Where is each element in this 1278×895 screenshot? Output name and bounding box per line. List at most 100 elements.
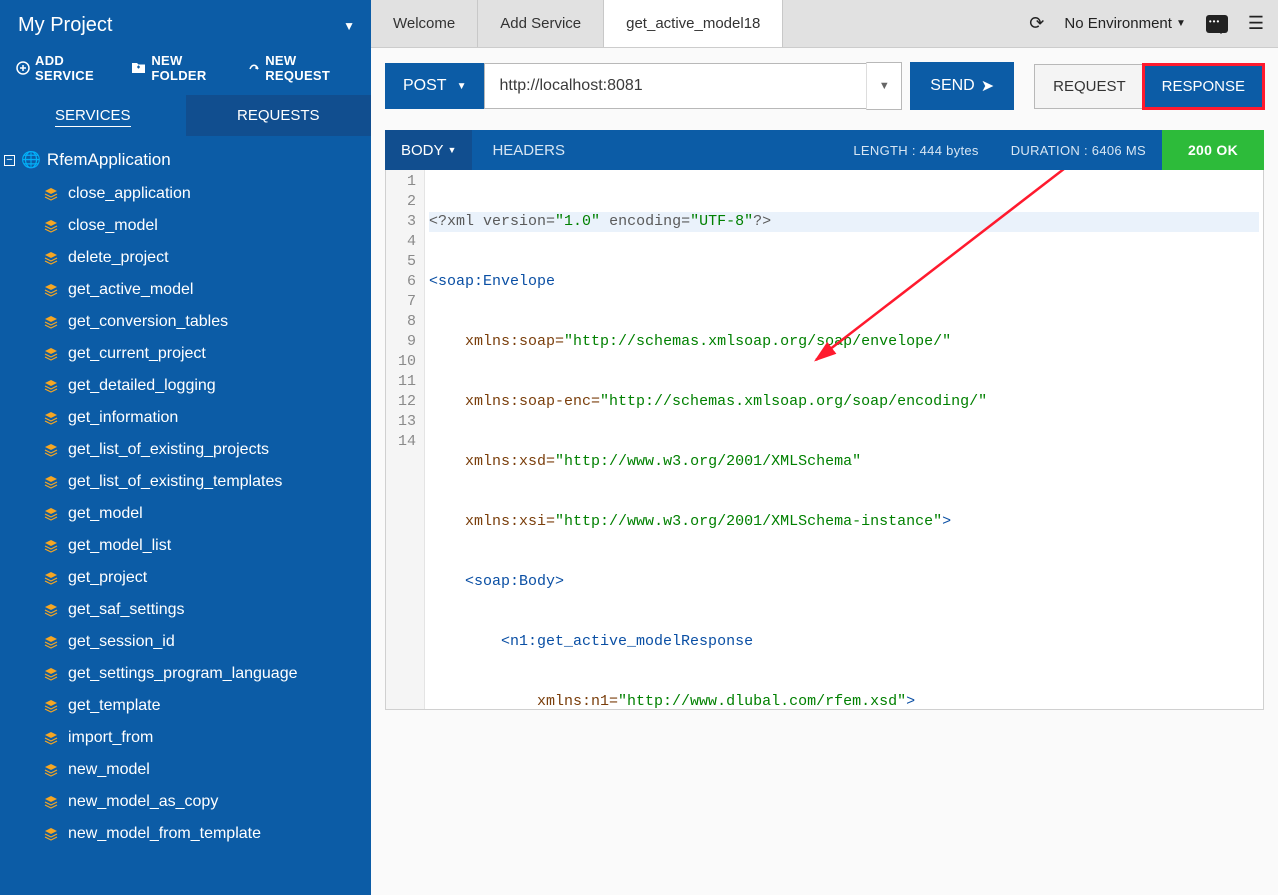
tab-active-request[interactable]: get_active_model18 xyxy=(604,0,783,47)
sidebar-item-label: delete_project xyxy=(68,249,169,267)
sidebar-item-get-active-model[interactable]: get_active_model xyxy=(36,274,371,306)
line-gutter: 1234567891011121314 xyxy=(386,170,425,709)
sidebar-item-import-from[interactable]: import_from xyxy=(36,722,371,754)
sidebar-item-label: get_list_of_existing_templates xyxy=(68,473,282,491)
layers-icon xyxy=(44,603,58,617)
sidebar-item-label: get_model_list xyxy=(68,537,171,555)
sidebar-item-get-settings-program-language[interactable]: get_settings_program_language xyxy=(36,658,371,690)
new-request-icon xyxy=(246,61,260,75)
environment-dropdown[interactable]: No Environment ▼ xyxy=(1064,15,1185,32)
code-content[interactable]: <?xml version="1.0" encoding="UTF-8"?> <… xyxy=(425,170,1263,709)
layers-icon xyxy=(44,827,58,841)
project-menu-caret[interactable]: ▼ xyxy=(343,19,355,33)
layers-icon xyxy=(44,571,58,585)
send-button[interactable]: SEND ➤ xyxy=(910,62,1014,110)
length-label: LENGTH : 444 bytes xyxy=(837,143,994,158)
layers-icon xyxy=(44,283,58,297)
sidebar-item-new-model-as-copy[interactable]: new_model_as_copy xyxy=(36,786,371,818)
sidebar-item-get-list-of-existing-projects[interactable]: get_list_of_existing_projects xyxy=(36,434,371,466)
sidebar-item-label: new_model_from_template xyxy=(68,825,261,843)
main-panel: Welcome Add Service get_active_model18 ⟳… xyxy=(371,0,1278,895)
sidebar-item-label: get_saf_settings xyxy=(68,601,185,619)
sidebar-item-get-current-project[interactable]: get_current_project xyxy=(36,338,371,370)
sidebar-item-label: import_from xyxy=(68,729,153,747)
sidebar-item-label: new_model xyxy=(68,761,150,779)
layers-icon xyxy=(44,795,58,809)
new-request-button[interactable]: NEW REQUEST xyxy=(246,53,355,83)
folder-plus-icon xyxy=(131,62,146,74)
chevron-down-icon: ▼ xyxy=(457,81,467,92)
sidebar-item-label: get_current_project xyxy=(68,345,206,363)
tab-welcome[interactable]: Welcome xyxy=(371,0,478,47)
feedback-icon[interactable] xyxy=(1206,15,1228,33)
tab-requests[interactable]: REQUESTS xyxy=(186,95,372,136)
sidebar-item-close-application[interactable]: close_application xyxy=(36,178,371,210)
layers-icon xyxy=(44,539,58,553)
tab-services[interactable]: SERVICES xyxy=(0,95,186,136)
sidebar-item-get-model-list[interactable]: get_model_list xyxy=(36,530,371,562)
sidebar-item-label: get_template xyxy=(68,697,161,715)
url-input[interactable] xyxy=(484,63,866,109)
method-dropdown[interactable]: POST ▼ xyxy=(385,63,484,109)
sidebar-item-new-model-from-template[interactable]: new_model_from_template xyxy=(36,818,371,850)
sidebar-item-delete-project[interactable]: delete_project xyxy=(36,242,371,274)
project-title: My Project xyxy=(18,14,112,37)
service-tree: close_application close_model delete_proje… xyxy=(0,178,371,850)
layers-icon xyxy=(44,699,58,713)
sidebar-item-label: get_model xyxy=(68,505,143,523)
layers-icon xyxy=(44,443,58,457)
layers-icon xyxy=(44,667,58,681)
tab-add-service[interactable]: Add Service xyxy=(478,0,604,47)
refresh-icon[interactable]: ⟳ xyxy=(1029,13,1044,34)
new-folder-button[interactable]: NEW FOLDER xyxy=(131,53,232,83)
sidebar-item-label: get_session_id xyxy=(68,633,175,651)
sidebar-item-get-information[interactable]: get_information xyxy=(36,402,371,434)
sidebar-item-get-template[interactable]: get_template xyxy=(36,690,371,722)
layers-icon xyxy=(44,507,58,521)
menu-icon[interactable]: ☰ xyxy=(1248,13,1264,34)
url-history-dropdown[interactable]: ▼ xyxy=(866,62,902,110)
layers-icon xyxy=(44,219,58,233)
response-view-button[interactable]: RESPONSE xyxy=(1144,65,1263,108)
body-dropdown[interactable]: BODY ▼ xyxy=(385,130,472,170)
sidebar-item-label: get_project xyxy=(68,569,147,587)
sidebar-item-get-saf-settings[interactable]: get_saf_settings xyxy=(36,594,371,626)
sidebar-item-get-list-of-existing-templates[interactable]: get_list_of_existing_templates xyxy=(36,466,371,498)
sidebar-item-label: get_information xyxy=(68,409,178,427)
sidebar-item-get-session-id[interactable]: get_session_id xyxy=(36,626,371,658)
layers-icon xyxy=(44,347,58,361)
sidebar-item-label: new_model_as_copy xyxy=(68,793,218,811)
layers-icon xyxy=(44,251,58,265)
layers-icon xyxy=(44,635,58,649)
app-name[interactable]: RfemApplication xyxy=(47,150,171,170)
layers-icon xyxy=(44,315,58,329)
sidebar-item-label: close_application xyxy=(68,185,191,203)
sidebar-item-label: get_list_of_existing_projects xyxy=(68,441,269,459)
send-arrow-icon: ➤ xyxy=(981,76,994,96)
duration-label: DURATION : 6406 MS xyxy=(995,143,1162,158)
sidebar-item-get-project[interactable]: get_project xyxy=(36,562,371,594)
layers-icon xyxy=(44,731,58,745)
globe-icon: 🌐 xyxy=(21,150,41,170)
status-badge: 200 OK xyxy=(1162,130,1264,170)
collapse-toggle[interactable]: − xyxy=(4,155,15,166)
request-response-toggle: REQUEST RESPONSE xyxy=(1034,64,1264,109)
layers-icon xyxy=(44,187,58,201)
sidebar-item-label: get_conversion_tables xyxy=(68,313,228,331)
sidebar-item-label: get_active_model xyxy=(68,281,193,299)
sidebar-item-get-conversion-tables[interactable]: get_conversion_tables xyxy=(36,306,371,338)
headers-tab[interactable]: HEADERS xyxy=(472,142,585,159)
sidebar-item-get-detailed-logging[interactable]: get_detailed_logging xyxy=(36,370,371,402)
layers-icon xyxy=(44,475,58,489)
sidebar-item-get-model[interactable]: get_model xyxy=(36,498,371,530)
sidebar: My Project ▼ ADD SERVICE NEW FOLDER NEW … xyxy=(0,0,371,895)
add-service-button[interactable]: ADD SERVICE xyxy=(16,53,117,83)
layers-icon xyxy=(44,763,58,777)
sidebar-item-label: get_settings_program_language xyxy=(68,665,298,683)
sidebar-item-label: close_model xyxy=(68,217,158,235)
layers-icon xyxy=(44,379,58,393)
sidebar-item-new-model[interactable]: new_model xyxy=(36,754,371,786)
response-body: 1234567891011121314 <?xml version="1.0" … xyxy=(385,170,1264,710)
request-view-button[interactable]: REQUEST xyxy=(1035,65,1144,108)
sidebar-item-close-model[interactable]: close_model xyxy=(36,210,371,242)
